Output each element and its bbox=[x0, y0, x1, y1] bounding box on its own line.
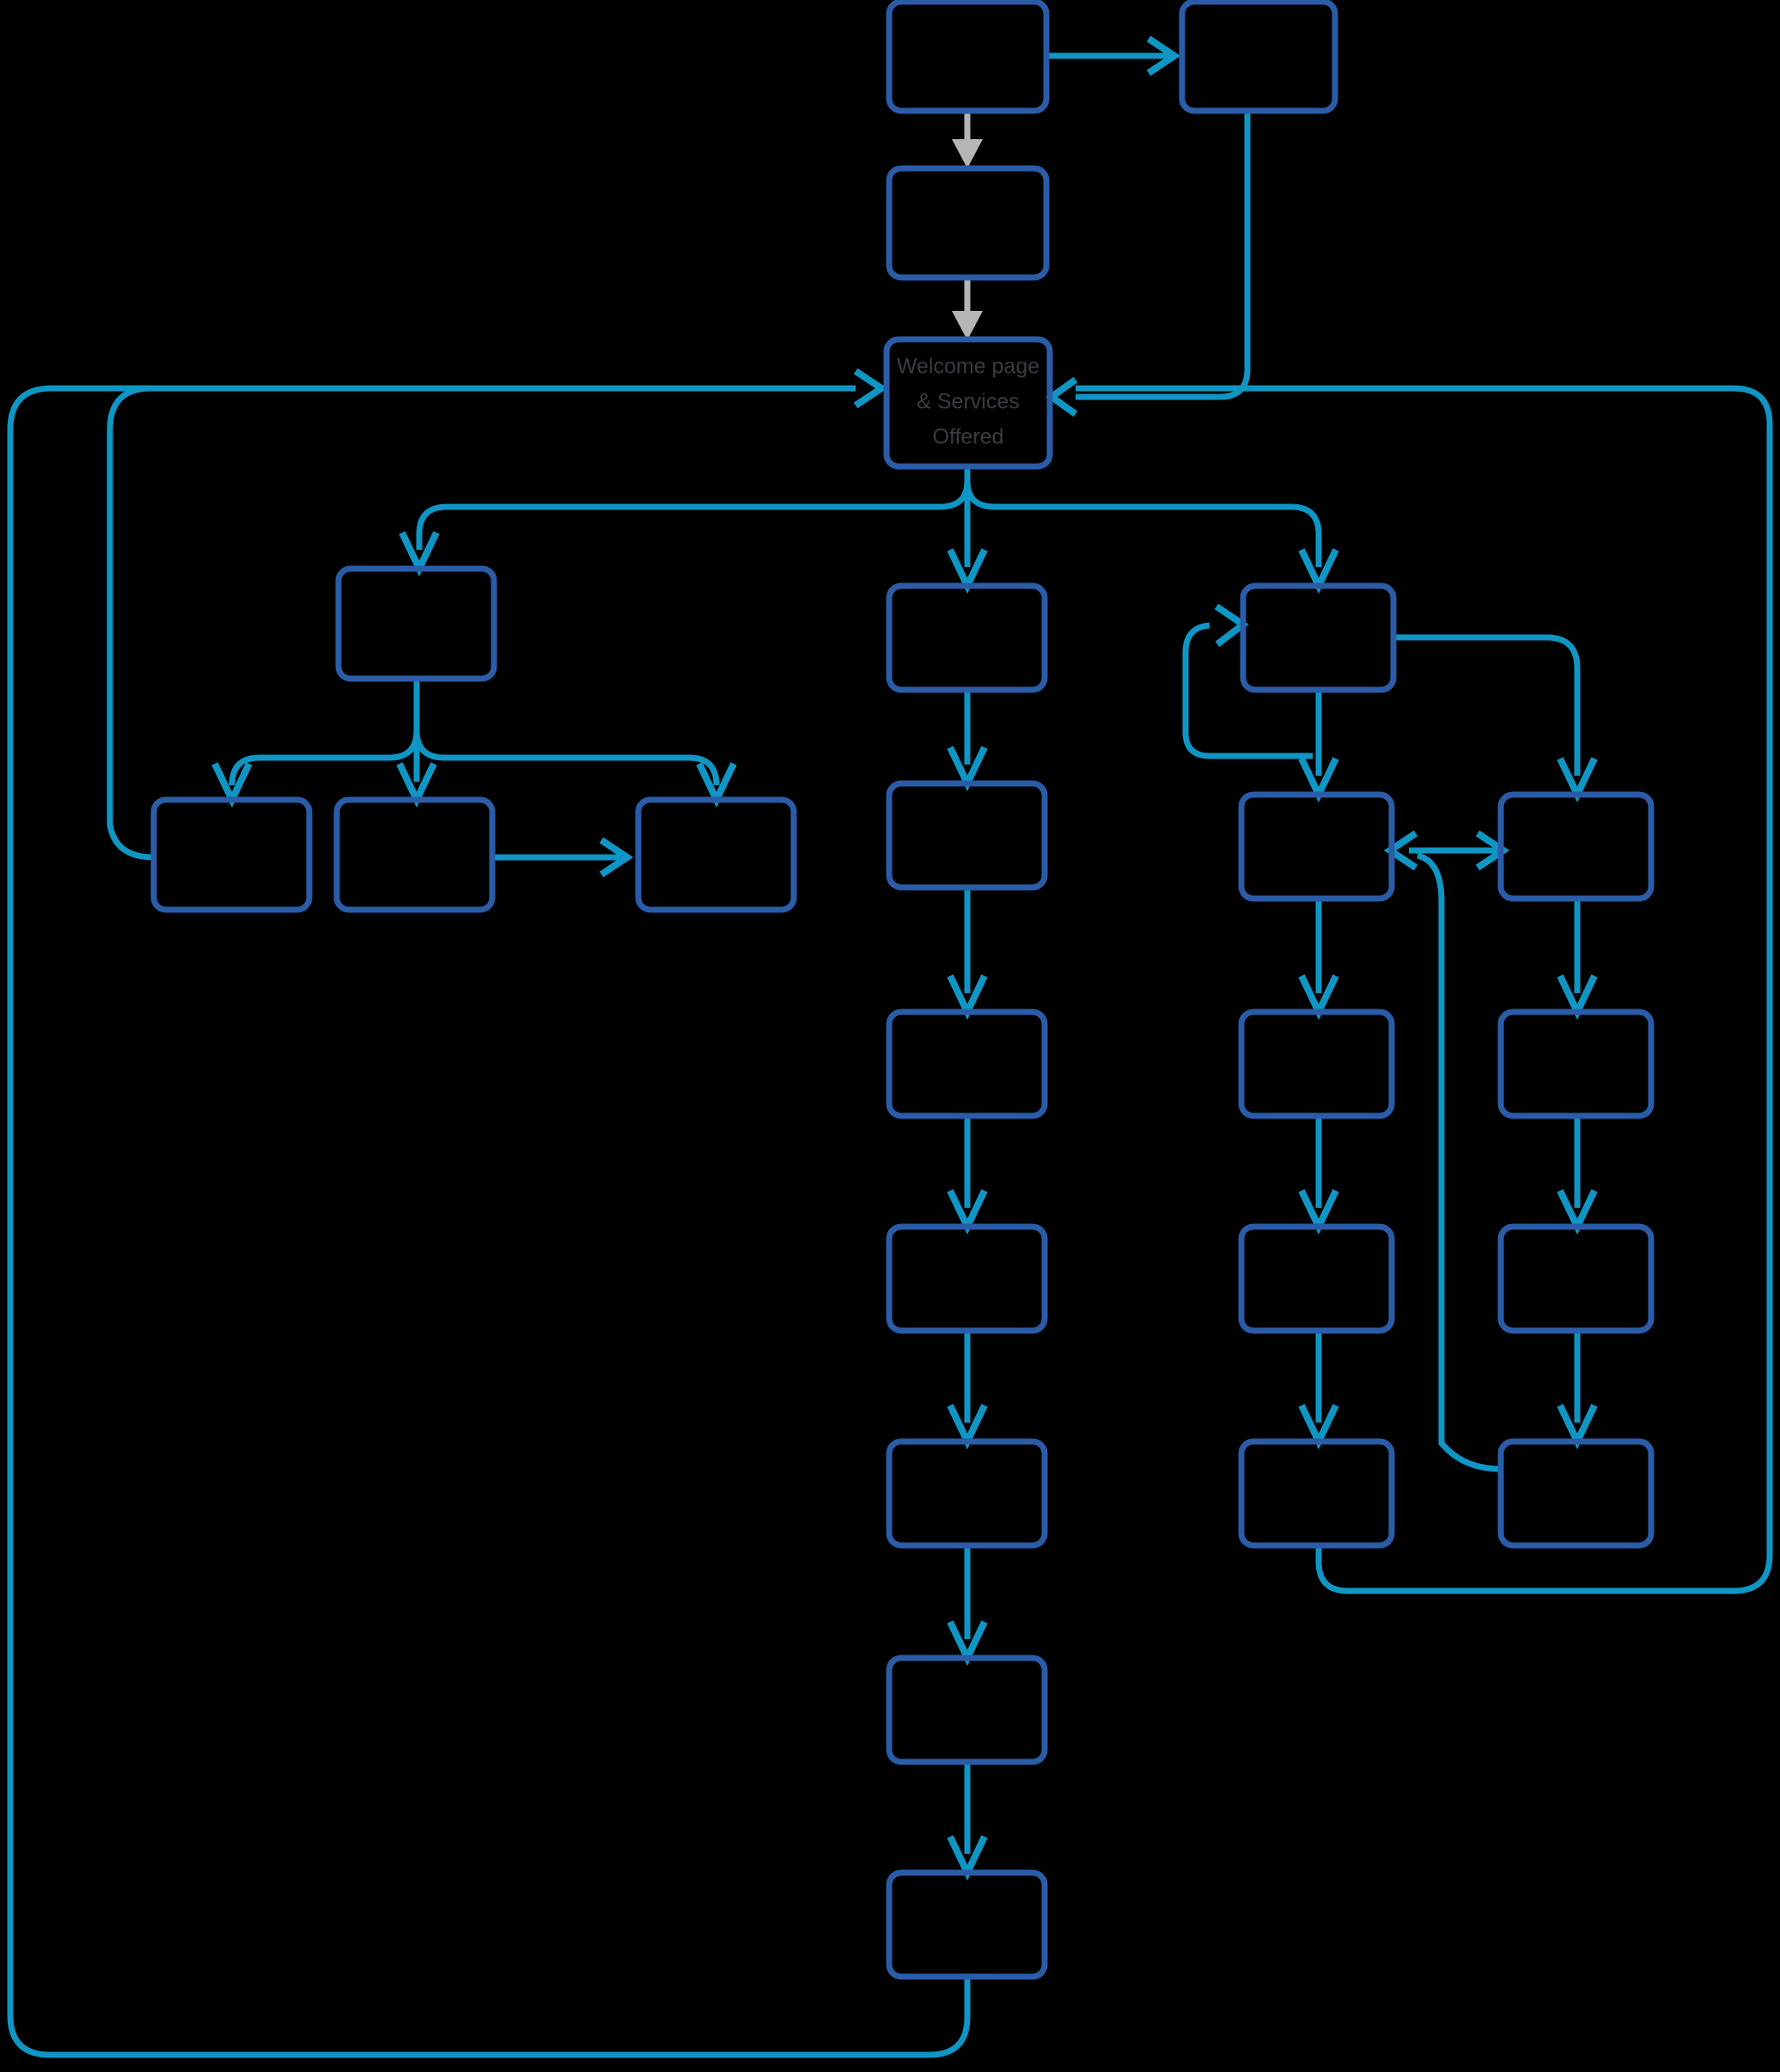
node-n3[interactable] bbox=[886, 165, 1050, 281]
node-n20[interactable] bbox=[1238, 1438, 1395, 1549]
flowchart-canvas: Welcome page & Services Offered bbox=[0, 0, 1780, 2072]
arrowhead-n17-n16 bbox=[1214, 603, 1249, 648]
edge-n5-n6 bbox=[229, 679, 420, 786]
node-rect-n24[interactable] bbox=[1497, 1438, 1655, 1549]
node-rect-n23[interactable] bbox=[1497, 1223, 1655, 1334]
edge-n5-n8 bbox=[413, 679, 720, 786]
node-n21[interactable] bbox=[1497, 791, 1655, 902]
node-n16[interactable] bbox=[1240, 582, 1397, 693]
node-rect-n20[interactable] bbox=[1238, 1438, 1395, 1549]
node-n24[interactable] bbox=[1497, 1438, 1655, 1549]
node-n13[interactable] bbox=[886, 1438, 1048, 1549]
node-rect-n13[interactable] bbox=[886, 1438, 1048, 1549]
node-rect-n9[interactable] bbox=[886, 582, 1048, 693]
node-rect-n7[interactable] bbox=[333, 796, 496, 913]
arrowhead-n2-n4 bbox=[1045, 376, 1078, 417]
node-rect-n15[interactable] bbox=[886, 1869, 1048, 1980]
welcome-label-line2: & Services bbox=[917, 390, 1019, 414]
node-n6[interactable] bbox=[150, 796, 313, 913]
node-n12[interactable] bbox=[886, 1223, 1048, 1334]
node-welcome-page[interactable]: Welcome page & Services Offered bbox=[883, 336, 1053, 470]
node-n8[interactable] bbox=[635, 796, 797, 913]
node-rect-n12[interactable] bbox=[886, 1223, 1048, 1334]
node-n17[interactable] bbox=[1238, 791, 1395, 902]
edge-n20-n4 bbox=[1076, 385, 1773, 1594]
node-n11[interactable] bbox=[886, 1009, 1048, 1119]
edge-n4-n5 bbox=[416, 466, 971, 550]
node-rect-n10[interactable] bbox=[886, 780, 1048, 891]
node-rect-n17[interactable] bbox=[1238, 791, 1395, 902]
node-n9[interactable] bbox=[886, 582, 1048, 693]
node-rect-n22[interactable] bbox=[1497, 1009, 1655, 1119]
arrowhead-n1-n3 bbox=[952, 139, 983, 168]
node-rect-n21[interactable] bbox=[1497, 791, 1655, 902]
node-rect-n3[interactable] bbox=[886, 165, 1050, 281]
node-n2[interactable] bbox=[1179, 0, 1338, 114]
node-n10[interactable] bbox=[886, 780, 1048, 891]
flowchart-svg: Welcome page & Services Offered bbox=[0, 0, 1780, 2072]
node-n7[interactable] bbox=[333, 796, 496, 913]
node-layer: Welcome page & Services Offered bbox=[150, 0, 1655, 1980]
arrowhead-n3-n4 bbox=[952, 311, 983, 340]
node-rect-n14[interactable] bbox=[886, 1655, 1048, 1765]
edge-n15-n4 bbox=[7, 385, 971, 2058]
edge-n4-n16 bbox=[964, 466, 1322, 567]
node-rect-n19[interactable] bbox=[1238, 1223, 1395, 1334]
edge-n6-n4 bbox=[107, 385, 856, 861]
node-n15[interactable] bbox=[886, 1869, 1048, 1980]
node-rect-n18[interactable] bbox=[1238, 1009, 1395, 1119]
arrowhead-n6-n4 bbox=[853, 368, 888, 409]
node-rect-n2[interactable] bbox=[1179, 0, 1338, 114]
node-n18[interactable] bbox=[1238, 1009, 1395, 1119]
edge-n2-n4 bbox=[1076, 111, 1251, 400]
node-n1[interactable] bbox=[886, 0, 1050, 114]
node-rect-n1[interactable] bbox=[886, 0, 1050, 114]
node-n23[interactable] bbox=[1497, 1223, 1655, 1334]
node-rect-n5[interactable] bbox=[335, 565, 497, 682]
node-rect-n11[interactable] bbox=[886, 1009, 1048, 1119]
node-n22[interactable] bbox=[1497, 1009, 1655, 1119]
node-rect-n8[interactable] bbox=[635, 796, 797, 913]
node-n19[interactable] bbox=[1238, 1223, 1395, 1334]
edge-n24-n17 bbox=[1417, 852, 1502, 1472]
welcome-label-line1: Welcome page bbox=[897, 355, 1039, 379]
node-rect-n6[interactable] bbox=[150, 796, 313, 913]
node-rect-n16[interactable] bbox=[1240, 582, 1397, 693]
edge-n16-n21 bbox=[1393, 634, 1581, 776]
node-n14[interactable] bbox=[886, 1655, 1048, 1765]
node-n5[interactable] bbox=[335, 565, 497, 682]
welcome-label-line3: Offered bbox=[933, 425, 1004, 449]
